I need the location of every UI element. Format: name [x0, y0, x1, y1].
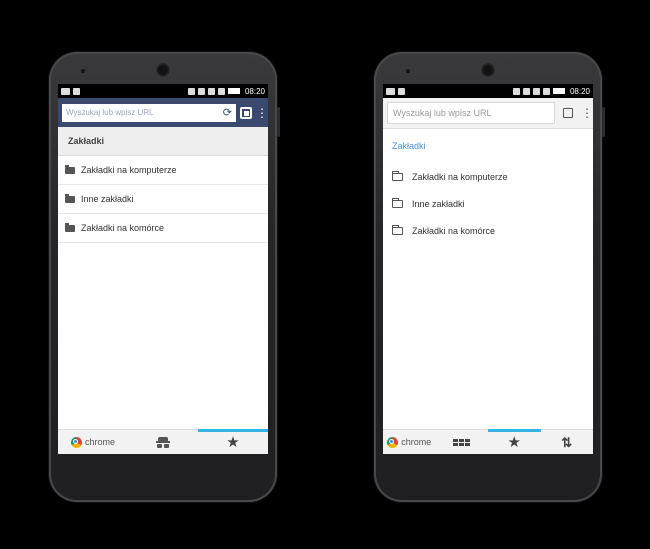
most-visited-tab[interactable] — [436, 430, 489, 454]
phone-left: 08:20 Wyszukaj lub wpisz URL ⟳ ⋮ Zakładk… — [49, 52, 280, 502]
app-notification-icon — [398, 87, 405, 95]
sensor-dot — [81, 69, 85, 73]
bottom-nav: chrome ★ — [58, 429, 268, 454]
menu-icon[interactable]: ⋮ — [581, 107, 593, 119]
phone-right: 08:20 Wyszukaj lub wpisz URL ⋮ Zakładki … — [374, 52, 605, 502]
image-notification-icon — [386, 87, 395, 95]
mute-icon — [187, 87, 195, 95]
grid-icon — [453, 438, 471, 446]
tab-switcher-icon[interactable] — [563, 108, 573, 118]
image-notification-icon — [61, 87, 70, 95]
bookmark-folder-other[interactable]: Inne zakładki — [58, 185, 268, 214]
app-notification-icon — [73, 87, 80, 95]
chrome-logo-icon — [70, 436, 82, 448]
bookmark-folder-desktop[interactable]: Zakładki na komputerze — [58, 156, 268, 185]
bookmark-folder-label: Inne zakładki — [81, 194, 134, 204]
bookmark-folder-mobile[interactable]: Zakładki na komórce — [383, 217, 593, 244]
incognito-tab[interactable] — [128, 430, 198, 454]
bookmarks-tab[interactable]: ★ — [198, 429, 268, 454]
chrome-label: chrome — [84, 437, 115, 447]
chrome-label: chrome — [401, 437, 432, 447]
power-button — [277, 107, 280, 137]
chrome-tab[interactable]: chrome — [383, 430, 436, 454]
front-camera — [481, 63, 495, 77]
signal-icon — [217, 87, 225, 95]
battery-icon — [227, 88, 240, 94]
folder-icon — [392, 170, 403, 181]
bookmark-folder-desktop[interactable]: Zakładki na komputerze — [383, 163, 593, 190]
tabs-icon[interactable] — [240, 106, 252, 119]
wifi-icon — [207, 87, 215, 95]
sensor-dot — [406, 69, 410, 73]
reload-icon[interactable]: ⟳ — [223, 106, 232, 119]
screen-right: 08:20 Wyszukaj lub wpisz URL ⋮ Zakładki … — [383, 84, 593, 454]
status-bar: 08:20 — [58, 84, 268, 98]
alarm-icon — [197, 87, 205, 95]
bottom-nav: chrome ★ ⇅ — [383, 429, 593, 454]
status-bar: 08:20 — [383, 84, 593, 98]
folder-icon — [65, 193, 75, 203]
folder-icon — [65, 222, 75, 232]
bookmark-folder-mobile[interactable]: Zakładki na komórce — [58, 214, 268, 243]
bookmark-folder-other[interactable]: Inne zakładki — [383, 190, 593, 217]
power-button — [602, 107, 605, 137]
bookmark-folder-label: Zakładki na komórce — [81, 223, 165, 233]
chrome-tab[interactable]: chrome — [58, 430, 128, 454]
star-icon: ★ — [226, 433, 240, 451]
bookmark-folder-label: Zakładki na komputerze — [412, 171, 508, 182]
toolbar: Wyszukaj lub wpisz URL ⋮ — [383, 98, 593, 129]
search-placeholder: Wyszukaj lub wpisz URL — [66, 108, 154, 117]
signal-icon — [542, 87, 550, 95]
bookmarks-header: Zakładki — [58, 127, 268, 156]
toolbar: Wyszukaj lub wpisz URL ⟳ ⋮ — [58, 98, 268, 127]
folder-icon — [65, 164, 75, 174]
battery-icon — [552, 88, 565, 94]
mute-icon — [512, 87, 520, 95]
alarm-icon — [522, 87, 530, 95]
recent-tabs-icon: ⇅ — [561, 434, 573, 450]
front-camera — [156, 63, 170, 77]
incognito-icon — [156, 436, 170, 448]
bookmark-folder-label: Zakładki na komórce — [412, 225, 496, 236]
recent-tabs-tab[interactable]: ⇅ — [541, 430, 594, 454]
bookmarks-tab[interactable]: ★ — [488, 429, 541, 454]
clock: 08:20 — [569, 86, 590, 96]
bookmark-folder-label: Zakładki na komputerze — [81, 165, 177, 175]
folder-icon — [392, 197, 403, 208]
search-input[interactable]: Wyszukaj lub wpisz URL ⟳ — [62, 103, 236, 122]
bookmarks-header: Zakładki — [392, 141, 426, 151]
clock: 08:20 — [244, 86, 265, 96]
bookmark-folder-label: Inne zakładki — [412, 198, 465, 209]
menu-icon[interactable]: ⋮ — [256, 107, 268, 119]
star-icon: ★ — [507, 433, 521, 451]
search-placeholder: Wyszukaj lub wpisz URL — [393, 108, 492, 118]
wifi-icon — [532, 87, 540, 95]
search-input[interactable]: Wyszukaj lub wpisz URL — [387, 102, 555, 124]
folder-icon — [392, 224, 403, 235]
screen-left: 08:20 Wyszukaj lub wpisz URL ⟳ ⋮ Zakładk… — [58, 84, 268, 454]
chrome-logo-icon — [387, 436, 399, 448]
